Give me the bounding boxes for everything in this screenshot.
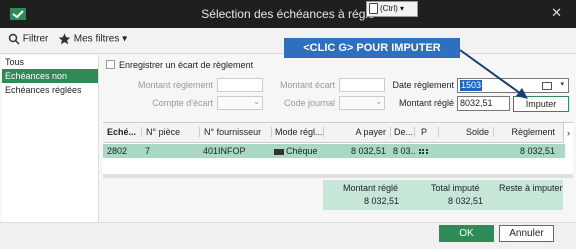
my-filters-button[interactable]: Mes filtres ▾ — [58, 33, 127, 45]
dialog-window: Sélection des échéances à régle ✕ (Ctrl)… — [0, 0, 576, 249]
cell-reglement: 8 032,51 — [519, 146, 555, 156]
window-title: Sélection des échéances à régle — [201, 7, 375, 21]
filter-sidebar: Tous Echéances non réglées Echéances rég… — [2, 55, 99, 245]
cheque-icon — [274, 148, 284, 155]
ok-button[interactable]: OK — [439, 225, 494, 242]
table-row[interactable]: 2802 7 401INFOP Chèque 8 032,51 8 03... … — [103, 144, 565, 158]
scroll-right-icon[interactable]: › — [563, 123, 573, 143]
register-gap-checkbox[interactable] — [106, 60, 115, 69]
cell-de: 8 03... — [393, 146, 415, 156]
chevron-down-icon: ⌄ — [253, 97, 260, 106]
instruction-annotation: <CLIC G> POUR IMPUTER — [284, 38, 460, 58]
column-header-fournisseur[interactable]: N° fournisseur — [199, 127, 271, 137]
paste-options-chip[interactable]: (Ctrl) ▾ — [366, 1, 418, 17]
column-header-solde[interactable]: Solde — [438, 127, 493, 137]
montant-reglement-input[interactable] — [217, 78, 263, 92]
clipboard-icon — [369, 3, 378, 15]
title-bar: Sélection des échéances à régle ✕ (Ctrl)… — [0, 0, 576, 28]
my-filters-label: Mes filtres — [73, 33, 120, 45]
column-header-a-payer[interactable]: A payer — [323, 127, 390, 137]
totals-montant-regle-value: 8 032,51 — [363, 196, 399, 206]
echeances-grid: Eché... N° pièce N° fournisseur Mode rég… — [103, 122, 573, 178]
montant-regle-label: Montant réglé — [398, 98, 454, 108]
totals-total-impute-value: 8 032,51 — [447, 196, 483, 206]
attachment-icon[interactable] — [419, 146, 428, 156]
chevron-down-icon[interactable]: ▾ — [560, 80, 564, 88]
cancel-button[interactable]: Annuler — [499, 225, 554, 242]
sidebar-item-reglees[interactable]: Echéances réglées — [2, 83, 98, 97]
totals-reste-label: Reste à imputer — [499, 183, 563, 193]
search-icon — [8, 33, 20, 45]
sidebar-item-tous[interactable]: Tous — [2, 55, 98, 69]
compte-ecart-select[interactable]: ⌄ — [217, 96, 263, 110]
cell-echeance: 2802 — [107, 146, 128, 156]
code-journal-label: Code journal — [283, 98, 335, 108]
filter-label: Filtrer — [22, 33, 49, 45]
column-header-reglement[interactable]: Règlement — [493, 127, 559, 137]
date-reglement-input[interactable]: 1503 ▾ — [457, 78, 569, 93]
montant-ecart-label: Montant écart — [279, 80, 335, 90]
cell-a-payer: 8 032,51 — [350, 146, 386, 156]
column-header-piece[interactable]: N° pièce — [141, 127, 198, 137]
compte-ecart-label: Compte d'écart — [152, 98, 213, 108]
montant-reglement-label: Montant règlement — [137, 80, 213, 90]
code-journal-select[interactable]: ⌄ — [339, 96, 385, 110]
filter-button[interactable]: Filtrer — [8, 33, 48, 45]
column-header-de[interactable]: De... — [390, 127, 414, 137]
chevron-down-icon: ▾ — [122, 33, 128, 45]
dialog-footer: OK Annuler — [0, 222, 576, 249]
column-header-p[interactable]: P — [414, 127, 438, 137]
star-icon — [58, 33, 71, 45]
grid-header: Eché... N° pièce N° fournisseur Mode rég… — [103, 123, 573, 143]
register-gap-label: Enregistrer un écart de règlement — [119, 60, 254, 70]
date-reglement-value: 1503 — [460, 80, 482, 91]
calendar-icon[interactable] — [542, 82, 552, 90]
paste-chip-label: (Ctrl) — [380, 4, 398, 13]
sidebar-item-non-reglees[interactable]: Echéances non réglées — [2, 69, 98, 95]
cell-piece: 7 — [145, 146, 151, 156]
payment-form: Enregistrer un écart de règlement Montan… — [103, 56, 573, 120]
column-header-echeance[interactable]: Eché... — [107, 127, 140, 137]
close-icon[interactable]: ✕ — [551, 5, 562, 21]
chevron-down-icon: ⌄ — [375, 97, 382, 106]
date-reglement-label: Date règlement — [392, 80, 454, 90]
totals-panel: Montant réglé 8 032,51 Total imputé 8 03… — [323, 180, 563, 210]
column-header-mode[interactable]: Mode régl... — [271, 127, 323, 137]
cell-mode-label: Chèque — [286, 146, 318, 156]
horizontal-scrollbar[interactable] — [103, 174, 573, 178]
montant-ecart-input[interactable] — [339, 78, 385, 92]
cell-fournisseur: 401INFOP — [203, 146, 246, 156]
montant-regle-input[interactable]: 8032,51 — [457, 96, 510, 111]
cell-mode: Chèque — [274, 146, 318, 156]
imputer-button[interactable]: Imputer — [513, 96, 569, 112]
totals-total-impute-label: Total imputé — [431, 183, 480, 193]
totals-montant-regle-label: Montant réglé — [343, 183, 399, 193]
